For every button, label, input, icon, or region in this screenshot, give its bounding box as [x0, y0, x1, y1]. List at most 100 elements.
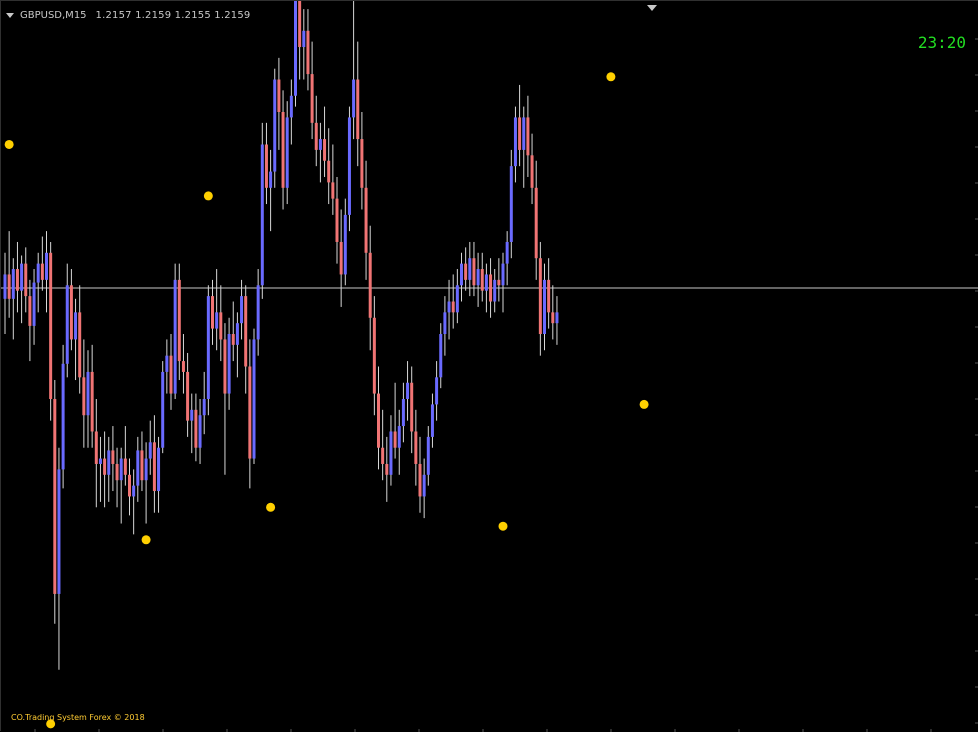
chart-title-bar[interactable]: GBPUSD,M15 1.2157 1.2159 1.2155 1.2159	[6, 8, 250, 22]
candle	[360, 112, 364, 210]
candle-body-bear	[381, 447, 385, 464]
candle	[40, 236, 44, 291]
candle	[281, 90, 285, 210]
candle	[65, 263, 69, 378]
candle-body-bear	[497, 279, 501, 286]
candle	[526, 95, 530, 177]
candle-body-bear	[281, 112, 285, 188]
candle	[15, 241, 19, 313]
candle	[347, 106, 351, 232]
candle-body-bull	[256, 285, 260, 340]
candle-body-bear	[123, 458, 127, 475]
candle	[331, 144, 335, 215]
candle-body-bear	[339, 241, 343, 275]
candle	[61, 344, 65, 489]
candle	[136, 436, 140, 502]
symbol-timeframe: GBPUSD,M15	[20, 9, 87, 21]
chart-shift-marker-icon[interactable]	[647, 5, 657, 11]
candle-body-bear	[418, 463, 422, 497]
candle	[480, 252, 484, 302]
candle	[547, 258, 551, 329]
candle	[123, 426, 127, 486]
candle	[318, 122, 322, 183]
candle-body-bull	[543, 279, 546, 335]
candle	[206, 285, 210, 416]
candle-body-bull	[165, 355, 169, 372]
candle	[447, 279, 451, 340]
candle-body-bull	[294, 1, 297, 96]
price-chart[interactable]	[1, 1, 978, 732]
candle-body-bear	[219, 312, 223, 340]
candle	[90, 344, 94, 448]
candle-body-bull	[136, 450, 140, 486]
signal-dot	[141, 535, 151, 545]
candle-body-bull	[302, 30, 306, 48]
candle	[269, 149, 273, 232]
candle	[302, 9, 306, 80]
candle-body-bear	[40, 263, 44, 280]
candle	[86, 350, 90, 448]
candle-body-bull	[397, 426, 401, 448]
candle-body-bear	[364, 187, 368, 253]
candle	[484, 263, 488, 313]
candle-body-bear	[356, 79, 360, 140]
candle	[451, 274, 455, 329]
candle	[489, 258, 493, 318]
candle	[410, 366, 414, 454]
candle	[119, 447, 123, 524]
candle	[173, 263, 177, 399]
candle-body-bear	[518, 117, 522, 150]
candle-body-bear	[53, 398, 57, 594]
candle-body-bear	[377, 393, 380, 448]
candle	[372, 296, 376, 416]
chart-menu-icon[interactable]	[6, 12, 14, 18]
candle-body-bull	[161, 371, 165, 448]
candle	[69, 269, 73, 351]
candle	[414, 409, 418, 486]
candle	[20, 255, 24, 324]
candle-body-bear	[547, 279, 551, 313]
candle-body-bear	[69, 285, 73, 340]
candle	[244, 285, 248, 394]
candle	[11, 258, 15, 340]
candle	[240, 279, 244, 340]
candle	[381, 409, 385, 481]
candle	[202, 371, 206, 435]
candle-body-bull	[443, 312, 447, 335]
candle	[505, 231, 509, 286]
candle-body-bull	[235, 323, 239, 345]
candle	[161, 361, 165, 454]
candle-body-bull	[132, 485, 136, 497]
candle	[49, 241, 53, 421]
candle	[298, 1, 302, 80]
candle	[107, 436, 111, 502]
candle-body-bull	[32, 282, 36, 326]
candle	[327, 128, 331, 205]
candle-body-bear	[169, 355, 173, 394]
candle-body-bull	[509, 166, 513, 242]
candle-body-bull	[260, 144, 264, 286]
candle-body-bear	[90, 371, 94, 432]
candle	[198, 398, 202, 464]
candle	[551, 285, 555, 340]
candle	[343, 198, 347, 286]
signal-dot	[639, 399, 649, 409]
candle-body-bear	[372, 317, 376, 394]
candle	[422, 458, 426, 519]
candle-body-bear	[414, 431, 418, 464]
candle	[455, 269, 459, 324]
chart-window[interactable]: GBPUSD,M15 1.2157 1.2159 1.2155 1.2159 2…	[0, 0, 978, 732]
candle-body-bull	[198, 415, 202, 448]
candle-body-bear	[323, 139, 327, 161]
candle	[103, 431, 107, 508]
candle-body-bull	[202, 398, 206, 416]
candle	[501, 252, 505, 313]
candle	[294, 1, 297, 107]
candle	[235, 312, 239, 378]
candle-body-bull	[98, 458, 102, 464]
candle-body-bull	[74, 312, 78, 340]
candle-body-bull	[206, 296, 210, 399]
candle	[555, 296, 559, 345]
candle	[397, 409, 401, 475]
candle-body-bull	[447, 301, 451, 313]
